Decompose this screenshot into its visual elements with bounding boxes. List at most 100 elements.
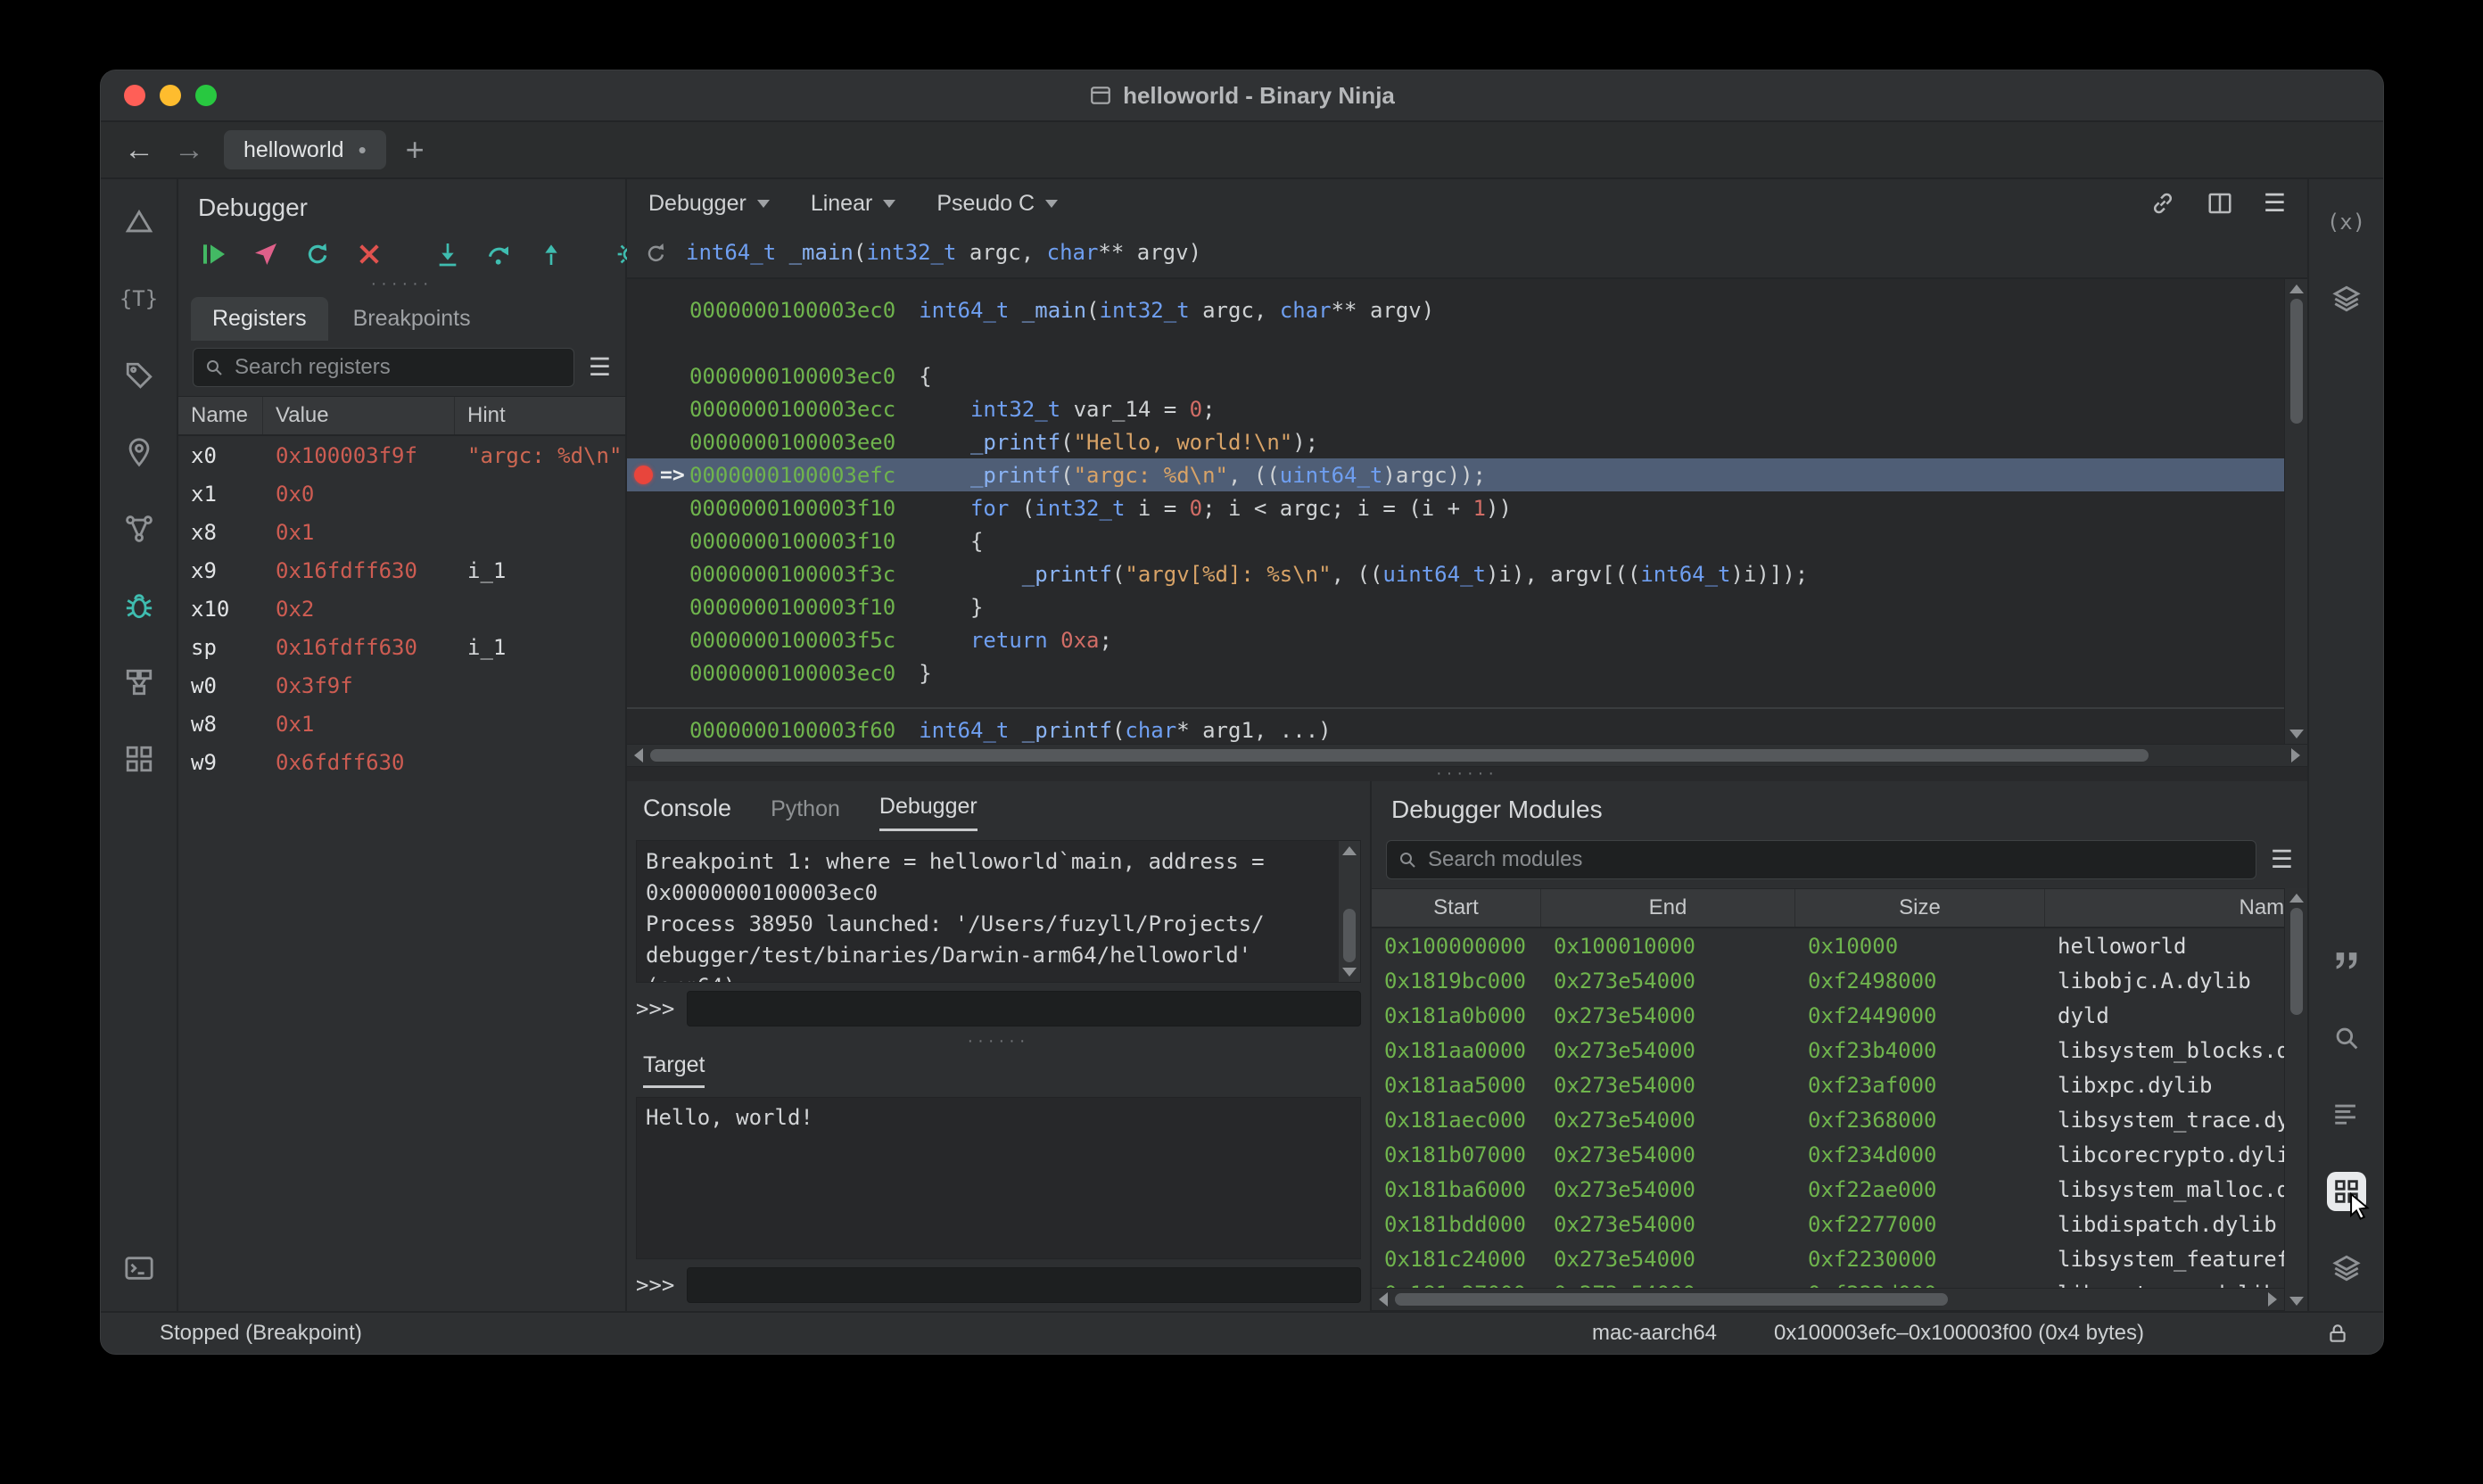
symbols-icon[interactable]	[120, 202, 159, 242]
scroll-up-arrow[interactable]	[2289, 894, 2304, 903]
scroll-right-arrow[interactable]	[2268, 1292, 2277, 1307]
console-command-input[interactable]	[687, 991, 1361, 1026]
next-function-line[interactable]: 0000000100003f60 int64_t _printf(char* a…	[627, 707, 2307, 740]
close-window-button[interactable]	[124, 85, 145, 106]
horizontal-splitter[interactable]: ······	[627, 767, 2307, 781]
code-line[interactable]: 0000000100003f10 }	[627, 590, 2307, 623]
console-splitter-handle[interactable]: ······	[627, 1035, 1370, 1049]
tags-icon[interactable]	[120, 356, 159, 395]
registers-table-header[interactable]: Name Value Hint	[178, 396, 625, 436]
code-line[interactable]	[627, 326, 2307, 359]
code-line[interactable]: 0000000100003f10 for (int32_t i = 0; i <…	[627, 491, 2307, 524]
module-row[interactable]: 0x181c240000x273e540000xf2230000libsyste…	[1372, 1241, 2284, 1276]
scroll-up-arrow[interactable]	[1342, 846, 1357, 855]
scroll-right-arrow[interactable]	[2291, 748, 2300, 763]
modules-table-header[interactable]: Start End Size Name	[1372, 888, 2284, 928]
new-tab-button[interactable]: +	[406, 134, 425, 166]
restart-button[interactable]	[303, 238, 332, 270]
module-row[interactable]: 0x181a0b0000x273e540000xf2449000dyld	[1372, 998, 2284, 1033]
strings-icon[interactable]	[2327, 942, 2366, 981]
goto-function-icon[interactable]	[643, 239, 670, 266]
code-line[interactable]: 0000000100003f5c return 0xa;	[627, 623, 2307, 656]
register-row[interactable]: w80x1	[178, 705, 625, 743]
module-row[interactable]: 0x181aec0000x273e540000xf2368000libsyste…	[1372, 1102, 2284, 1137]
tab-breakpoints[interactable]: Breakpoints	[332, 297, 492, 341]
register-row[interactable]: sp0x16fdff630i_1	[178, 628, 625, 666]
scroll-down-arrow[interactable]	[1342, 968, 1357, 977]
console-vertical-scrollbar[interactable]	[1339, 841, 1360, 982]
terminal-icon[interactable]	[120, 1249, 159, 1288]
scrollbar-thumb[interactable]	[1395, 1293, 1948, 1306]
column-header-name[interactable]: Name	[2045, 889, 2284, 927]
stack-icon[interactable]	[2327, 279, 2366, 318]
register-row[interactable]: w90x6fdff630	[178, 743, 625, 781]
modules-menu-icon[interactable]: ☰	[2271, 847, 2293, 872]
register-row[interactable]: x10x0	[178, 474, 625, 513]
tab-python[interactable]: Python	[771, 796, 840, 831]
panel-splitter-handle[interactable]: ······	[178, 277, 625, 292]
back-button[interactable]: ←	[124, 135, 154, 165]
lock-icon[interactable]	[2326, 1322, 2349, 1345]
column-header-hint[interactable]: Hint	[455, 397, 625, 434]
column-header-size[interactable]: Size	[1795, 889, 2045, 927]
target-stdin-input[interactable]	[687, 1267, 1361, 1303]
types-icon[interactable]: {T}	[120, 279, 159, 318]
platform-text[interactable]: mac-aarch64	[1592, 1321, 1717, 1346]
attach-button[interactable]	[252, 238, 280, 270]
registers-menu-icon[interactable]: ☰	[589, 355, 611, 380]
module-row[interactable]: 0x181aa00000x273e540000xf23b4000libsyste…	[1372, 1033, 2284, 1068]
link-icon[interactable]	[2149, 190, 2176, 217]
grid-view-icon[interactable]	[2327, 1172, 2366, 1211]
debugger-sidebar-icon[interactable]	[120, 586, 159, 625]
register-row[interactable]: x100x2	[178, 589, 625, 628]
step-over-button[interactable]	[485, 238, 514, 270]
code-line[interactable]: 0000000100003ec0{	[627, 359, 2307, 392]
code-line[interactable]: 0000000100003ecc int32_t var_14 = 0;	[627, 392, 2307, 425]
variables-icon[interactable]: (x)	[2327, 202, 2366, 242]
tab-debugger[interactable]: Debugger	[879, 794, 978, 831]
module-row[interactable]: 0x181ba60000x273e540000xf22ae000libsyste…	[1372, 1172, 2284, 1207]
module-row[interactable]: 0x181b070000x273e540000xf234d000libcorec…	[1372, 1137, 2284, 1172]
scroll-left-arrow[interactable]	[634, 748, 643, 763]
modules-search-input[interactable]	[1386, 840, 2256, 879]
scrollbar-thumb[interactable]	[1343, 909, 1356, 962]
target-output[interactable]: Hello, world!	[636, 1097, 1361, 1259]
register-row[interactable]: w00x3f9f	[178, 666, 625, 705]
code-gutter[interactable]: =>	[627, 464, 689, 487]
document-tab[interactable]: helloworld •	[224, 130, 386, 169]
module-row[interactable]: 0x181aa50000x273e540000xf23af000libxpc.d…	[1372, 1068, 2284, 1102]
scroll-down-arrow[interactable]	[2289, 730, 2304, 738]
kill-button[interactable]	[355, 238, 384, 270]
minimize-window-button[interactable]	[160, 85, 181, 106]
tab-registers[interactable]: Registers	[191, 297, 328, 341]
console-output[interactable]: Breakpoint 1: where = helloworld`main, a…	[636, 840, 1361, 983]
components-icon[interactable]	[120, 739, 159, 779]
code-line[interactable]: 0000000100003f3c _printf("argv[%d]: %s\n…	[627, 557, 2307, 590]
module-row[interactable]: 0x181bdd0000x273e540000xf2277000libdispa…	[1372, 1207, 2284, 1241]
scrollbar-thumb[interactable]	[2290, 908, 2303, 1015]
view-il-dropdown[interactable]: Pseudo C	[936, 191, 1058, 217]
column-header-start[interactable]: Start	[1372, 889, 1541, 927]
layers-icon[interactable]	[2327, 1249, 2366, 1288]
zoom-window-button[interactable]	[195, 85, 217, 106]
scroll-up-arrow[interactable]	[2289, 284, 2304, 293]
scrollbar-thumb[interactable]	[650, 749, 2149, 762]
step-into-button[interactable]	[433, 238, 462, 270]
register-row[interactable]: x00x100003f9f"argc: %d\n"	[178, 436, 625, 474]
code-line[interactable]: 0000000100003ee0 _printf("Hello, world!\…	[627, 425, 2307, 458]
modules-vertical-scrollbar[interactable]	[2284, 888, 2307, 1311]
module-row[interactable]: 0x1000000000x1000100000x10000helloworld	[1372, 928, 2284, 963]
titlebar[interactable]: helloworld - Binary Ninja	[101, 70, 2383, 122]
split-view-icon[interactable]	[2207, 190, 2233, 217]
column-header-value[interactable]: Value	[263, 397, 455, 434]
step-out-button[interactable]	[537, 238, 565, 270]
log-icon[interactable]	[2327, 1095, 2366, 1134]
find-icon[interactable]	[2327, 1018, 2366, 1058]
code-line[interactable]: 0000000100003ec0}	[627, 656, 2307, 689]
breakpoint-icon[interactable]	[634, 466, 653, 484]
tab-target[interactable]: Target	[643, 1052, 705, 1088]
column-header-name[interactable]: Name	[178, 397, 263, 434]
scroll-down-arrow[interactable]	[2289, 1297, 2304, 1306]
view-frame-dropdown[interactable]: Debugger	[648, 191, 770, 217]
continue-button[interactable]	[200, 238, 228, 270]
